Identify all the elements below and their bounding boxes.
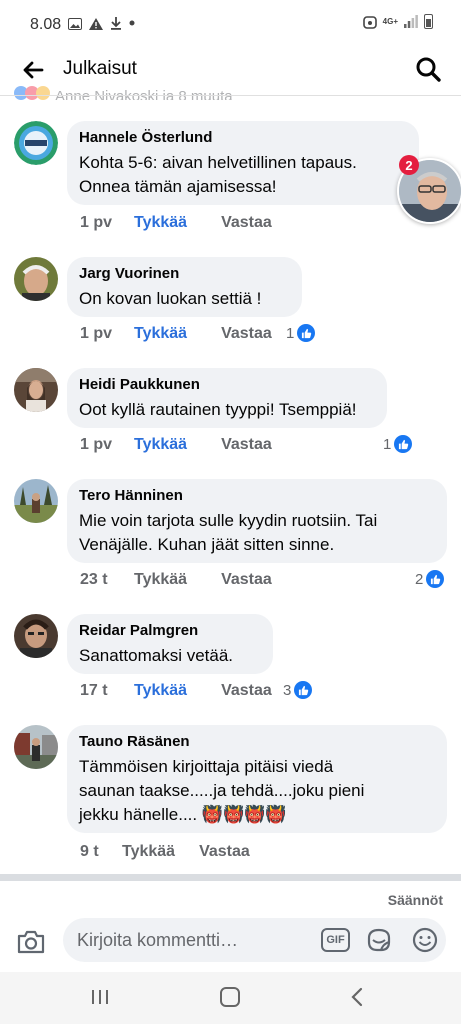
status-bar: 8.08 4G+ <box>0 0 461 50</box>
reply-button[interactable]: Vastaa <box>221 214 272 232</box>
avatar[interactable] <box>14 614 58 658</box>
signal-icon <box>404 15 418 28</box>
like-button[interactable]: Tykkää <box>134 682 187 700</box>
comment-actions: 9 t Tykkää Vastaa <box>80 843 250 861</box>
comment-actions: 1 pv Tykkää Vastaa <box>80 436 272 454</box>
image-icon <box>68 18 82 30</box>
like-button[interactable]: Tykkää <box>122 843 175 861</box>
reaction-icons <box>14 86 50 100</box>
sticker-button[interactable] <box>365 926 393 954</box>
reaction-count-value: 1 <box>286 324 295 342</box>
back-icon <box>351 987 363 1007</box>
haha-reaction-icon <box>36 86 50 100</box>
like-reaction-icon <box>426 570 445 588</box>
reply-button[interactable]: Vastaa <box>221 682 272 700</box>
comment-author[interactable]: Heidi Paukkunen <box>79 376 375 394</box>
reaction-count[interactable]: 2 <box>415 570 445 588</box>
search-button[interactable] <box>413 54 443 84</box>
recents-button[interactable] <box>91 988 109 1006</box>
back-button[interactable] <box>18 55 48 85</box>
avatar[interactable] <box>14 257 58 301</box>
comment-actions: 1 pv Tykkää Vastaa <box>80 325 272 343</box>
download-icon <box>110 17 121 30</box>
arrow-left-icon <box>23 61 44 79</box>
battery-icon <box>424 14 433 29</box>
like-reaction-icon <box>297 324 316 342</box>
comment-time[interactable]: 1 pv <box>80 325 134 343</box>
comment-actions: 17 t Tykkää Vastaa <box>80 682 272 700</box>
avatar[interactable] <box>14 725 58 769</box>
comment-bubble[interactable]: Jarg Vuorinen On kovan luokan settiä ! <box>67 257 302 317</box>
reaction-count[interactable]: 1 <box>383 435 413 453</box>
comment-author[interactable]: Reidar Palmgren <box>79 622 261 640</box>
comment-actions: 23 t Tykkää Vastaa <box>80 571 272 589</box>
reply-button[interactable]: Vastaa <box>199 843 250 861</box>
reaction-count-value: 3 <box>283 681 292 699</box>
like-reaction-icon <box>294 681 313 699</box>
like-button[interactable]: Tykkää <box>134 214 187 232</box>
comment-author[interactable]: Jarg Vuorinen <box>79 265 290 283</box>
reply-button[interactable]: Vastaa <box>221 571 272 589</box>
header-divider <box>0 95 461 96</box>
comment-time[interactable]: 9 t <box>80 843 122 861</box>
comment-time[interactable]: 17 t <box>80 682 134 700</box>
alarm-icon <box>362 15 377 29</box>
like-button[interactable]: Tykkää <box>134 571 187 589</box>
camera-button[interactable] <box>16 928 46 956</box>
status-time: 8.08 <box>30 16 62 33</box>
sticker-icon <box>367 928 391 952</box>
gif-button[interactable]: GIF <box>321 928 350 952</box>
comment-time[interactable]: 1 pv <box>80 214 134 232</box>
comment-composer: GIF <box>0 918 461 966</box>
avatar[interactable] <box>14 479 58 523</box>
avatar[interactable] <box>14 368 58 412</box>
comment-text: Kohta 5-6: aivan helvetillinen tapaus. O… <box>79 153 357 196</box>
comment-author[interactable]: Tauno Räsänen <box>79 733 435 751</box>
reply-button[interactable]: Vastaa <box>221 325 272 343</box>
emoji-button[interactable] <box>411 926 439 954</box>
comment-text: Tämmöisen kirjoittaja pitäisi viedä saun… <box>79 757 365 824</box>
comment-text: Mie voin tarjota sulle kyydin ruotsiin. … <box>79 511 378 554</box>
reaction-count[interactable]: 1 <box>286 324 316 342</box>
chat-notification-badge: 2 <box>399 155 419 175</box>
comment-time[interactable]: 1 pv <box>80 436 134 454</box>
system-nav-bar <box>0 972 461 1024</box>
reaction-count[interactable]: 3 <box>283 681 313 699</box>
comment-bubble[interactable]: Tero Hänninen Mie voin tarjota sulle kyy… <box>67 479 447 563</box>
comment-bubble[interactable]: Tauno Räsänen Tämmöisen kirjoittaja pitä… <box>67 725 447 833</box>
composer-separator <box>0 874 461 881</box>
like-button[interactable]: Tykkää <box>134 325 187 343</box>
avatar[interactable] <box>14 121 58 165</box>
reactions-summary[interactable]: Anne Nivakoski ja 8 muuta <box>14 86 233 100</box>
rules-link[interactable]: Säännöt <box>388 892 443 908</box>
like-reaction-icon <box>394 435 413 453</box>
comment-actions: 1 pv Tykkää Vastaa <box>80 214 272 232</box>
emoji-icon <box>412 927 438 953</box>
comment-time[interactable]: 23 t <box>80 571 134 589</box>
like-button[interactable]: Tykkää <box>134 436 187 454</box>
comment-bubble[interactable]: Hannele Österlund Kohta 5-6: aivan helve… <box>67 121 419 205</box>
status-system-icons: 4G+ <box>362 14 433 29</box>
recents-icon <box>92 990 108 1004</box>
comment-text: Oot kyllä rautainen tyyppi! Tsemppiä! <box>79 400 357 419</box>
warning-icon <box>88 18 103 30</box>
comment-text: On kovan luokan settiä ! <box>79 289 262 308</box>
reaction-count-value: 1 <box>383 435 392 453</box>
search-icon <box>416 57 441 82</box>
comment-author[interactable]: Tero Hänninen <box>79 487 435 505</box>
network-type: 4G+ <box>382 17 398 26</box>
dot-icon <box>129 20 135 26</box>
camera-icon <box>17 930 45 954</box>
comment-text: Sanattomaksi vetää. <box>79 646 234 665</box>
page-title: Julkaisut <box>63 58 137 79</box>
home-button[interactable] <box>220 987 240 1007</box>
comment-bubble[interactable]: Heidi Paukkunen Oot kyllä rautainen tyyp… <box>67 368 387 428</box>
status-notification-icons <box>68 16 135 32</box>
system-back-button[interactable] <box>350 987 364 1007</box>
comment-author[interactable]: Hannele Österlund <box>79 129 407 147</box>
reply-button[interactable]: Vastaa <box>221 436 272 454</box>
comment-bubble[interactable]: Reidar Palmgren Sanattomaksi vetää. <box>67 614 273 674</box>
reaction-count-value: 2 <box>415 570 424 588</box>
